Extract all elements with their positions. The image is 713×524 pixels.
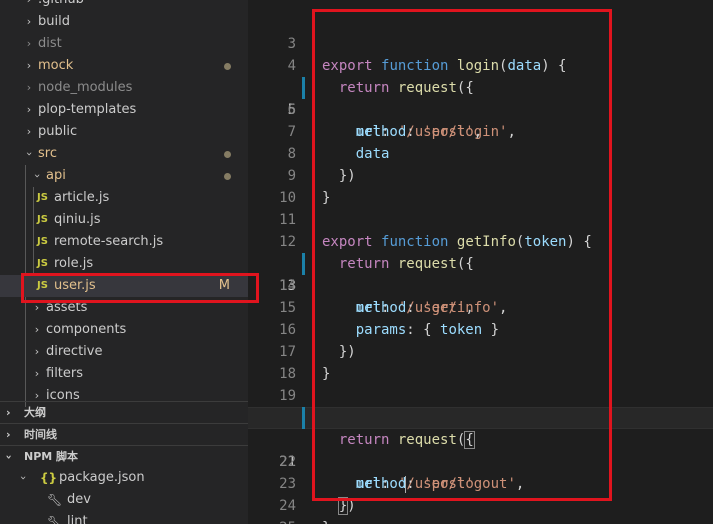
tree-folder-src[interactable]: › src: [0, 143, 248, 165]
chevron-down-icon: ›: [17, 475, 30, 481]
wrench-icon: 🔧︎: [47, 493, 63, 507]
code-line: 9 }: [287, 168, 331, 206]
tree-file-qiniu[interactable]: JS qiniu.js: [0, 209, 248, 231]
code-line: 17 }: [279, 344, 331, 382]
tree-folder-filters[interactable]: › filters: [0, 363, 248, 385]
js-file-icon: JS: [37, 280, 48, 291]
tree-folder-build[interactable]: › build: [0, 11, 248, 33]
code-line: 12 return request({: [279, 234, 474, 272]
code-line: 18: [279, 366, 296, 382]
gutter-modified-marker: [302, 407, 305, 429]
code-line: 19 export function logout() {: [279, 388, 541, 426]
chevron-down-icon: ›: [2, 454, 16, 460]
tree-folder-api[interactable]: › api: [0, 165, 248, 187]
npm-script-dev[interactable]: 🔧︎ dev: [0, 489, 248, 511]
modified-dot: [224, 151, 231, 158]
braces-icon: {}: [40, 471, 58, 485]
chevron-right-icon: ›: [34, 345, 40, 358]
tree-file-role[interactable]: JS role.js: [0, 253, 248, 275]
npm-package-json[interactable]: › {} package.json: [0, 467, 248, 489]
chevron-right-icon: ›: [34, 323, 40, 336]
code-line: 20 return request({: [279, 410, 475, 449]
chevron-right-icon: ›: [26, 37, 32, 50]
npm-scripts-section-header[interactable]: › NPM 脚本: [0, 445, 248, 468]
chevron-right-icon: ›: [22, 0, 36, 11]
chevron-right-icon: ›: [26, 103, 32, 116]
code-line: 13 url: '/user/info',: [248, 231, 713, 316]
code-line: 7 data: [287, 124, 390, 162]
tree-folder-plop-templates[interactable]: › plop-templates: [0, 99, 248, 121]
code-line: 4 return request({: [287, 58, 474, 96]
js-file-icon: JS: [37, 258, 48, 269]
code-line: 25: [248, 495, 713, 524]
tree-folder-public[interactable]: › public: [0, 121, 248, 143]
modified-dot: [224, 63, 231, 70]
timeline-section-header[interactable]: › 时间线: [0, 423, 248, 446]
tree-file-article[interactable]: JS article.js: [0, 187, 248, 209]
tree-folder-icons[interactable]: › icons: [0, 385, 248, 401]
code-line: 3 export function login(data) {: [287, 36, 567, 74]
tree-folder-github[interactable]: › .github: [0, 0, 248, 11]
npm-script-lint[interactable]: 🔧︎ lint: [0, 511, 248, 524]
explorer-sidebar: › .github › build › dist › mock › node_m…: [0, 0, 248, 524]
code-line: 14 method: 'get',: [279, 278, 474, 316]
wrench-icon: 🔧︎: [47, 515, 63, 524]
chevron-right-icon: ›: [6, 406, 11, 419]
code-line: 16 }): [279, 322, 356, 360]
chevron-right-icon: ›: [34, 389, 40, 401]
tree-file-remote-search[interactable]: JS remote-search.js: [0, 231, 248, 253]
js-file-icon: JS: [37, 236, 48, 247]
tree-folder-directive[interactable]: › directive: [0, 341, 248, 363]
outline-section-header[interactable]: › 大纲: [0, 401, 248, 424]
code-line-current: 21 url: '/user/logout',: [248, 407, 713, 493]
js-file-icon: JS: [37, 214, 48, 225]
tree-folder-node-modules[interactable]: › node_modules: [0, 77, 248, 99]
modified-dot: [224, 173, 231, 180]
code-line: 11 export function getInfo(token) {: [279, 212, 592, 250]
code-line: 22 method: 'post': [279, 454, 474, 492]
code-editor[interactable]: 3 export function login(data) { 4 return…: [248, 0, 713, 524]
code-line: 23 }): [279, 476, 356, 515]
code-line: 24 }: [279, 498, 330, 524]
chevron-right-icon: ›: [6, 428, 11, 441]
tree-folder-mock[interactable]: › mock: [0, 55, 248, 77]
chevron-down-icon: ›: [31, 173, 44, 179]
code-line: 10: [279, 190, 296, 206]
chevron-right-icon: ›: [34, 301, 40, 314]
modified-badge: M: [218, 278, 230, 293]
code-line: 8 }): [287, 146, 356, 184]
chevron-down-icon: ›: [23, 151, 36, 157]
js-file-icon: JS: [37, 192, 48, 203]
tree-file-user-selected[interactable]: JS user.js M: [0, 275, 248, 297]
tree-folder-assets[interactable]: › assets: [0, 297, 248, 319]
code-line: 15 params: { token }: [279, 300, 500, 338]
chevron-right-icon: ›: [26, 125, 32, 138]
chevron-right-icon: ›: [26, 15, 32, 28]
code-line: 6 method: 'post',: [287, 102, 483, 140]
chevron-right-icon: ›: [34, 367, 40, 380]
tree-folder-components[interactable]: › components: [0, 319, 248, 341]
chevron-right-icon: ›: [26, 81, 32, 94]
tree-folder-dist[interactable]: › dist: [0, 33, 248, 55]
code-line: 5 url: '/user/login',: [248, 55, 713, 140]
chevron-right-icon: ›: [26, 59, 32, 72]
